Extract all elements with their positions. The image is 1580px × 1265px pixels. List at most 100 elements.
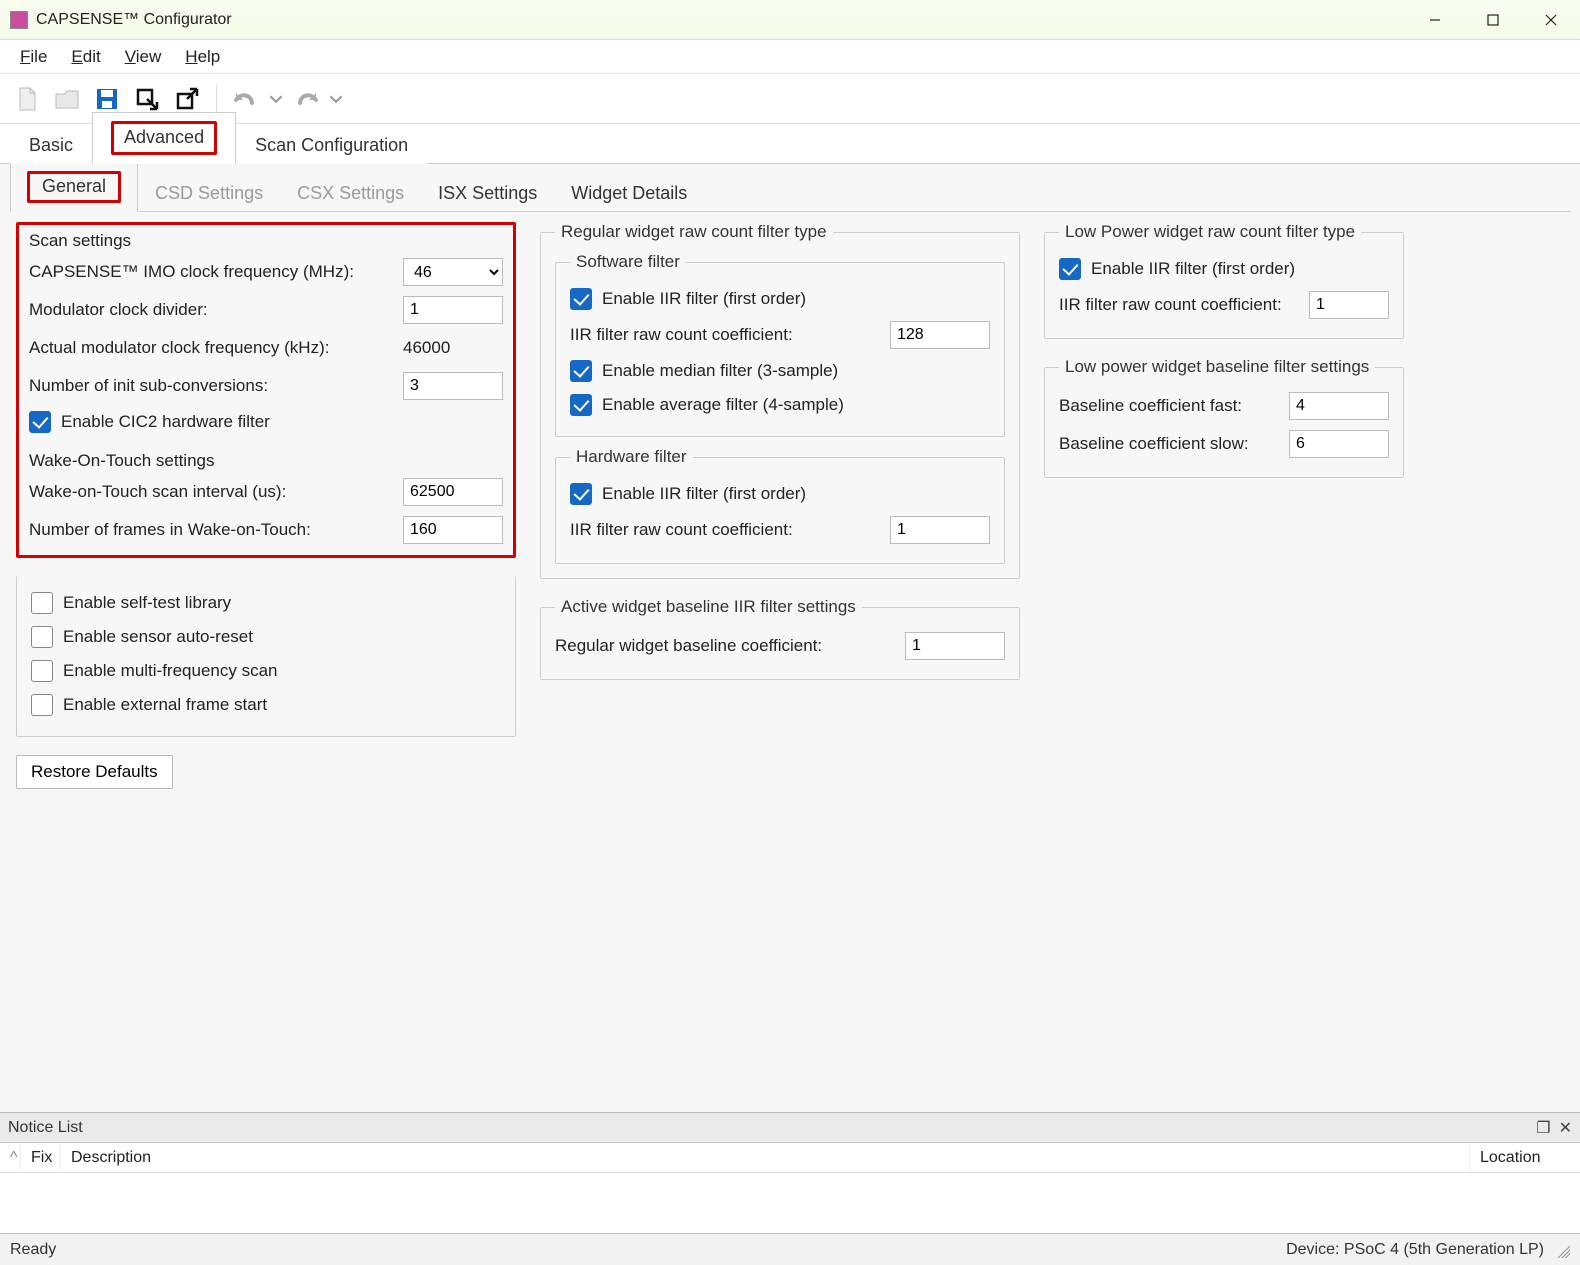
content-area: General CSD Settings CSX Settings ISX Se… bbox=[0, 164, 1580, 1112]
checkbox-checked-icon bbox=[570, 288, 592, 310]
redo-dropdown-icon[interactable] bbox=[329, 82, 343, 116]
mod-divider-label: Modulator clock divider: bbox=[29, 300, 393, 320]
notice-columns: ^ Fix Description Location bbox=[0, 1143, 1580, 1173]
notice-list-body bbox=[0, 1173, 1580, 1233]
general-panel: Scan settings CAPSENSE™ IMO clock freque… bbox=[10, 212, 1570, 1112]
checkbox-checked-icon bbox=[570, 483, 592, 505]
undo-dropdown-icon[interactable] bbox=[269, 82, 283, 116]
window-title: CAPSENSE™ Configurator bbox=[36, 11, 232, 29]
open-file-icon[interactable] bbox=[50, 82, 84, 116]
regular-filter-group: Regular widget raw count filter type Sof… bbox=[540, 222, 1020, 579]
sw-iir-coef-label: IIR filter raw count coefficient: bbox=[570, 325, 880, 345]
checkbox-checked-icon bbox=[570, 360, 592, 382]
save-icon[interactable] bbox=[90, 82, 124, 116]
menu-file[interactable]: File bbox=[8, 43, 59, 71]
lp-baseline-fast-input[interactable] bbox=[1289, 392, 1389, 420]
notice-list-title: Notice List bbox=[8, 1119, 83, 1137]
subtab-widget-details[interactable]: Widget Details bbox=[554, 174, 704, 212]
init-sub-conv-input[interactable] bbox=[403, 372, 503, 400]
menu-edit[interactable]: Edit bbox=[59, 43, 112, 71]
hardware-filter-title: Hardware filter bbox=[570, 447, 693, 467]
new-file-icon[interactable] bbox=[10, 82, 44, 116]
redo-icon[interactable] bbox=[289, 82, 323, 116]
notice-col-description[interactable]: Description bbox=[61, 1145, 1470, 1171]
hardware-filter-group: Hardware filter Enable IIR filter (first… bbox=[555, 447, 1005, 564]
notice-col-caret[interactable]: ^ bbox=[0, 1145, 21, 1171]
subtab-csx-settings[interactable]: CSX Settings bbox=[280, 174, 421, 212]
lp-filter-title: Low Power widget raw count filter type bbox=[1059, 222, 1361, 242]
software-filter-title: Software filter bbox=[570, 252, 686, 272]
notice-list-panel: Notice List ❐ ✕ ^ Fix Description Locati… bbox=[0, 1112, 1580, 1233]
lp-baseline-group: Low power widget baseline filter setting… bbox=[1044, 357, 1404, 478]
checkbox-icon bbox=[31, 592, 53, 614]
menu-help[interactable]: Help bbox=[173, 43, 232, 71]
lp-iir-coef-label: IIR filter raw count coefficient: bbox=[1059, 295, 1299, 315]
checkbox-checked-icon bbox=[29, 411, 51, 433]
init-sub-conv-label: Number of init sub-conversions: bbox=[29, 376, 393, 396]
undo-icon[interactable] bbox=[229, 82, 263, 116]
lp-filter-group: Low Power widget raw count filter type E… bbox=[1044, 222, 1404, 339]
menu-view[interactable]: View bbox=[113, 43, 174, 71]
sub-tabs: General CSD Settings CSX Settings ISX Se… bbox=[10, 172, 1570, 212]
actual-mod-freq-value: 46000 bbox=[403, 338, 503, 358]
sw-average-checkbox[interactable]: Enable average filter (4-sample) bbox=[570, 388, 990, 422]
wot-interval-label: Wake-on-Touch scan interval (us): bbox=[29, 482, 393, 502]
imo-clock-select[interactable]: 46 bbox=[403, 258, 503, 286]
wot-interval-input[interactable] bbox=[403, 478, 503, 506]
dock-icon[interactable]: ❐ bbox=[1536, 1118, 1550, 1138]
wot-frames-label: Number of frames in Wake-on-Touch: bbox=[29, 520, 393, 540]
minimize-button[interactable] bbox=[1406, 1, 1464, 39]
subtab-general[interactable]: General bbox=[10, 164, 138, 212]
export-icon[interactable] bbox=[170, 82, 204, 116]
hw-iir-coef-label: IIR filter raw count coefficient: bbox=[570, 520, 880, 540]
wot-frames-input[interactable] bbox=[403, 516, 503, 544]
auto-reset-checkbox[interactable]: Enable sensor auto-reset bbox=[31, 620, 501, 654]
self-test-checkbox[interactable]: Enable self-test library bbox=[31, 586, 501, 620]
cic2-checkbox[interactable]: Enable CIC2 hardware filter bbox=[29, 405, 503, 439]
toolbar bbox=[0, 74, 1580, 124]
checkbox-icon bbox=[31, 626, 53, 648]
highlighted-settings-frame: Scan settings CAPSENSE™ IMO clock freque… bbox=[16, 222, 516, 558]
tab-advanced[interactable]: Advanced bbox=[92, 112, 236, 164]
lp-baseline-slow-input[interactable] bbox=[1289, 430, 1389, 458]
notice-col-location[interactable]: Location bbox=[1470, 1145, 1580, 1171]
sw-iir-checkbox[interactable]: Enable IIR filter (first order) bbox=[570, 282, 990, 316]
active-baseline-coef-input[interactable] bbox=[905, 632, 1005, 660]
maximize-button[interactable] bbox=[1464, 1, 1522, 39]
checkbox-icon bbox=[31, 660, 53, 682]
menubar: File Edit View Help bbox=[0, 40, 1580, 74]
lp-baseline-slow-label: Baseline coefficient slow: bbox=[1059, 434, 1279, 454]
multi-freq-checkbox[interactable]: Enable multi-frequency scan bbox=[31, 654, 501, 688]
mod-divider-input[interactable] bbox=[403, 296, 503, 324]
app-icon bbox=[10, 11, 28, 29]
sw-median-checkbox[interactable]: Enable median filter (3-sample) bbox=[570, 354, 990, 388]
regular-filter-title: Regular widget raw count filter type bbox=[555, 222, 833, 242]
active-baseline-group: Active widget baseline IIR filter settin… bbox=[540, 597, 1020, 680]
wot-settings-title: Wake-On-Touch settings bbox=[29, 451, 503, 473]
misc-options-group: Enable self-test library Enable sensor a… bbox=[16, 576, 516, 737]
close-panel-icon[interactable]: ✕ bbox=[1559, 1118, 1572, 1138]
cic2-label: Enable CIC2 hardware filter bbox=[61, 412, 270, 432]
checkbox-checked-icon bbox=[1059, 258, 1081, 280]
hw-iir-checkbox[interactable]: Enable IIR filter (first order) bbox=[570, 477, 990, 511]
lp-iir-checkbox[interactable]: Enable IIR filter (first order) bbox=[1059, 252, 1389, 286]
tab-basic[interactable]: Basic bbox=[10, 126, 92, 164]
active-baseline-coef-label: Regular widget baseline coefficient: bbox=[555, 636, 895, 656]
sw-iir-coef-input[interactable] bbox=[890, 321, 990, 349]
resize-grip-icon[interactable] bbox=[1554, 1242, 1570, 1258]
restore-defaults-button[interactable]: Restore Defaults bbox=[16, 755, 173, 789]
active-baseline-title: Active widget baseline IIR filter settin… bbox=[555, 597, 862, 617]
import-icon[interactable] bbox=[130, 82, 164, 116]
lp-iir-coef-input[interactable] bbox=[1309, 291, 1389, 319]
notice-col-fix[interactable]: Fix bbox=[21, 1145, 61, 1171]
tab-scan-configuration[interactable]: Scan Configuration bbox=[236, 126, 427, 164]
subtab-csd-settings[interactable]: CSD Settings bbox=[138, 174, 280, 212]
actual-mod-freq-label: Actual modulator clock frequency (kHz): bbox=[29, 338, 393, 358]
window-titlebar: CAPSENSE™ Configurator bbox=[0, 0, 1580, 40]
checkbox-icon bbox=[31, 694, 53, 716]
ext-frame-checkbox[interactable]: Enable external frame start bbox=[31, 688, 501, 722]
subtab-isx-settings[interactable]: ISX Settings bbox=[421, 174, 554, 212]
close-button[interactable] bbox=[1522, 1, 1580, 39]
hw-iir-coef-input[interactable] bbox=[890, 516, 990, 544]
lp-baseline-fast-label: Baseline coefficient fast: bbox=[1059, 396, 1279, 416]
